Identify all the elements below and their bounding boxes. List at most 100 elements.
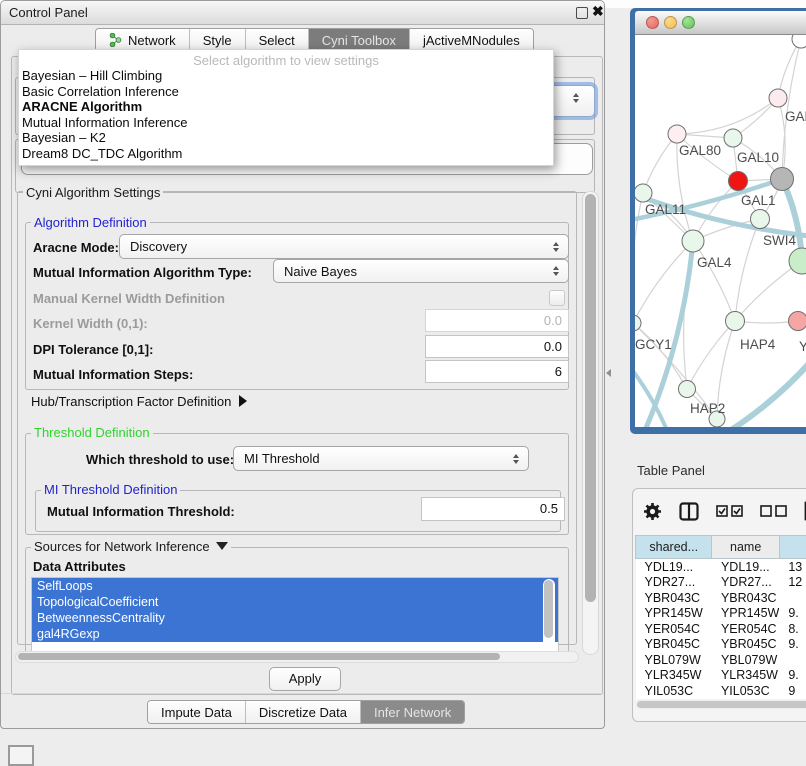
- zoom-traffic-light[interactable]: [682, 16, 695, 29]
- network-node-gray[interactable]: [771, 168, 794, 191]
- network-edge[interactable]: [687, 321, 735, 389]
- network-window-titlebar[interactable]: [635, 11, 806, 35]
- table-row[interactable]: YDR27... YDR27... 12: [636, 575, 806, 591]
- tab-cyni-toolbox[interactable]: Cyni Toolbox: [309, 29, 410, 51]
- table-horizontal-scrollbar[interactable]: [636, 700, 806, 709]
- settings-horizontal-scrollbar[interactable]: [15, 651, 579, 663]
- network-node-gal11[interactable]: [635, 184, 652, 202]
- tab-infer-network[interactable]: Infer Network: [361, 701, 464, 723]
- network-edge[interactable]: [693, 241, 735, 321]
- floating-grip-box[interactable]: [8, 745, 34, 766]
- control-panel-titlebar[interactable]: Control Panel ✖: [1, 1, 604, 25]
- tab-discretize-data[interactable]: Discretize Data: [246, 701, 361, 723]
- which-threshold-combobox[interactable]: MI Threshold: [233, 446, 529, 471]
- dpi-tolerance-field[interactable]: 0.0: [425, 335, 569, 358]
- network-node-y[interactable]: [789, 312, 806, 331]
- settings-gear-icon[interactable]: [643, 502, 662, 521]
- splitpane-collapse-arrow[interactable]: [606, 369, 611, 377]
- dropdown-item[interactable]: ARACNE Algorithm: [19, 99, 553, 115]
- close-window-icon[interactable]: ✖: [592, 3, 604, 20]
- data-attributes-list[interactable]: SelfLoops TopologicalCoefficient Between…: [31, 577, 559, 655]
- mi-steps-field[interactable]: 6: [425, 360, 569, 383]
- network-node-swi4[interactable]: [789, 248, 806, 274]
- algorithm-dropdown-popup: Select algorithm to view settings Bayesi…: [18, 49, 554, 166]
- network-node-gal4[interactable]: [682, 230, 704, 252]
- cell-shared-name: YER054C: [636, 621, 712, 637]
- column-header-name[interactable]: name: [712, 536, 779, 559]
- dropdown-item[interactable]: Dream8 DC_TDC Algorithm: [19, 146, 553, 162]
- network-node-gal[interactable]: [769, 89, 787, 107]
- mi-threshold-field[interactable]: 0.5: [421, 497, 565, 521]
- kernel-width-field[interactable]: 0.0: [425, 309, 569, 332]
- aracne-mode-combobox[interactable]: Discovery: [119, 234, 569, 259]
- network-edge[interactable]: [635, 193, 643, 323]
- scrollbar-thumb[interactable]: [585, 194, 596, 602]
- checked-pair-icon[interactable]: [716, 505, 743, 517]
- network-node-hap2[interactable]: [679, 381, 696, 398]
- table-row[interactable]: YBL079W YBL079W: [636, 652, 806, 668]
- settings-vertical-scrollbar[interactable]: [582, 191, 599, 655]
- scrollbar-thumb[interactable]: [544, 580, 553, 638]
- column-header-shared[interactable]: shared...: [636, 536, 712, 559]
- tab-impute-data[interactable]: Impute Data: [148, 701, 246, 723]
- tab-network[interactable]: Network: [96, 29, 190, 51]
- attribute-list-item[interactable]: BetweennessCentrality: [32, 610, 558, 626]
- float-window-icon[interactable]: [576, 7, 588, 19]
- mi-type-combobox[interactable]: Naive Bayes: [273, 259, 569, 283]
- list-vertical-scrollbar[interactable]: [543, 579, 555, 651]
- column-header-clipped[interactable]: [779, 536, 806, 559]
- network-edge[interactable]: [677, 98, 778, 134]
- dropdown-item[interactable]: Mutual Information Inference: [19, 115, 553, 131]
- cell-shared-name: YDL19...: [636, 559, 712, 575]
- which-threshold-label: Which threshold to use:: [86, 452, 234, 467]
- close-traffic-light[interactable]: [646, 16, 659, 29]
- minimize-traffic-light[interactable]: [664, 16, 677, 29]
- data-attributes-label: Data Attributes: [33, 559, 126, 574]
- tab-select[interactable]: Select: [246, 29, 309, 51]
- cell-value: 9.: [779, 668, 806, 684]
- apply-button[interactable]: Apply: [269, 667, 341, 691]
- mi-threshold-title: MI Threshold Definition: [41, 482, 180, 497]
- combo-value: MI Threshold: [234, 451, 508, 466]
- attribute-list-item[interactable]: TopologicalCoefficient: [32, 594, 558, 610]
- network-edge[interactable]: [735, 219, 760, 321]
- dropdown-item[interactable]: Basic Correlation Inference: [19, 84, 553, 100]
- dropdown-item[interactable]: Bayesian – K2: [19, 130, 553, 146]
- cell-shared-name: YLR345W: [636, 668, 712, 684]
- table-row[interactable]: YBR043C YBR043C: [636, 590, 806, 606]
- tab-style[interactable]: Style: [190, 29, 246, 51]
- table-row[interactable]: YER054C YER054C 8.: [636, 621, 806, 637]
- cell-shared-name: YBL079W: [636, 652, 712, 668]
- attribute-items: SelfLoops TopologicalCoefficient Between…: [32, 578, 558, 642]
- scrollbar-thumb[interactable]: [18, 653, 500, 660]
- network-node-gal1[interactable]: [751, 210, 770, 229]
- node-attribute-table[interactable]: shared... name YDL19... YDL19... 13: [635, 535, 806, 699]
- column-layout-icon[interactable]: [679, 502, 699, 521]
- network-node-red[interactable]: [729, 172, 748, 191]
- scrollbar-thumb[interactable]: [637, 701, 806, 708]
- manual-kernel-checkbox[interactable]: [549, 290, 565, 306]
- network-node-top[interactable]: [792, 35, 806, 48]
- hub-definition-expander[interactable]: Hub/Transcription Factor Definition: [31, 394, 247, 409]
- network-edge[interactable]: [643, 134, 677, 193]
- network-node-gal10[interactable]: [724, 129, 742, 147]
- attribute-list-item[interactable]: SelfLoops: [32, 578, 558, 594]
- unchecked-pair-icon[interactable]: [760, 505, 787, 517]
- table-row[interactable]: YDL19... YDL19... 13: [636, 559, 806, 575]
- cell-shared-name: YPR145W: [636, 606, 712, 622]
- collapse-arrow-icon: [216, 542, 228, 550]
- table-row[interactable]: YLR345W YLR345W 9.: [636, 668, 806, 684]
- combo-value: Discovery: [120, 239, 548, 254]
- network-node-gal80[interactable]: [668, 125, 686, 143]
- sources-group-title[interactable]: Sources for Network Inference: [31, 539, 231, 554]
- tab-jactivemnodules[interactable]: jActiveMNodules: [410, 29, 533, 51]
- network-canvas[interactable]: GALGAL80GAL10GAL1SWI4GAL11GAL4GCY1HAP4YH…: [635, 35, 806, 427]
- network-node-hap4[interactable]: [726, 312, 745, 331]
- table-row[interactable]: YIL053C YIL053C 9: [636, 683, 806, 699]
- cell-shared-name: YBR043C: [636, 590, 712, 606]
- combo-arrows-icon: [548, 266, 564, 276]
- dropdown-item[interactable]: Bayesian – Hill Climbing: [19, 68, 553, 84]
- table-row[interactable]: YBR045C YBR045C 9.: [636, 637, 806, 653]
- attribute-list-item[interactable]: gal4RGexp: [32, 626, 558, 642]
- table-row[interactable]: YPR145W YPR145W 9.: [636, 606, 806, 622]
